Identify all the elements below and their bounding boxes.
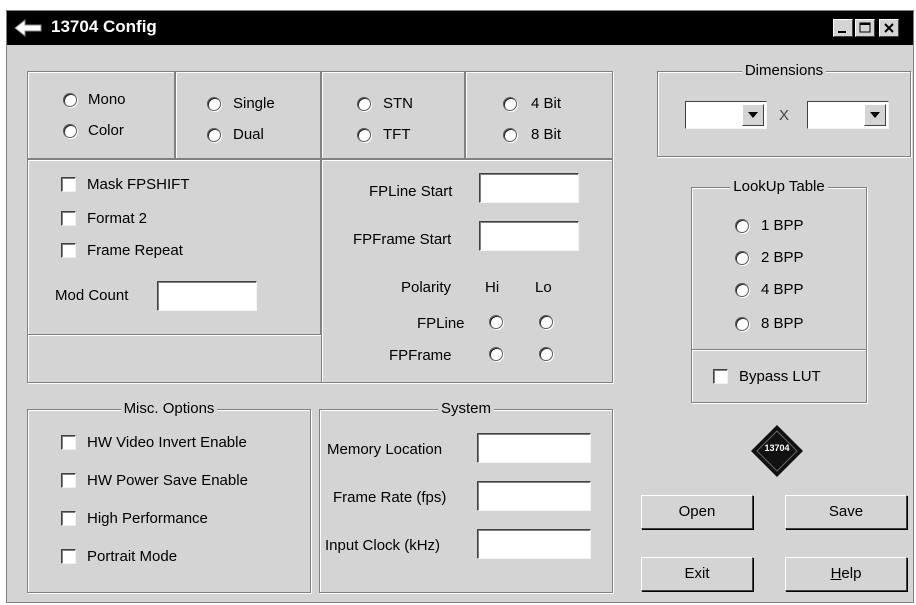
lut-4bpp-label: 4 BPP <box>761 281 804 298</box>
memory-location-label: Memory Location <box>327 441 443 458</box>
fpframe-start-input[interactable] <box>479 221 579 251</box>
fpframe-hi-radio[interactable] <box>489 347 503 361</box>
config-window: 13704 Config Mono Color Single Dual STN … <box>6 10 914 603</box>
chevron-down-icon <box>748 112 758 118</box>
app-arrow-icon <box>14 18 42 38</box>
mod-count-label: Mod Count <box>55 287 129 304</box>
chip-logo-text: 13704 <box>764 443 790 453</box>
input-clock-label: Input Clock (kHz) <box>325 537 441 554</box>
fpline-polarity-label: FPLine <box>417 315 465 332</box>
save-button[interactable]: Save <box>785 495 907 529</box>
chevron-down-icon <box>870 112 880 118</box>
color-label: Color <box>88 122 124 139</box>
portrait-mode-label: Portrait Mode <box>87 548 178 565</box>
exit-button[interactable]: Exit <box>641 557 753 591</box>
fpline-start-input[interactable] <box>479 173 579 203</box>
misc-options-legend: Misc. Options <box>120 400 218 417</box>
frame-repeat-checkbox[interactable] <box>61 243 76 258</box>
close-button[interactable] <box>879 19 899 37</box>
maximize-button[interactable] <box>855 19 875 37</box>
open-button[interactable]: Open <box>641 495 753 529</box>
frame-repeat-label: Frame Repeat <box>87 242 183 259</box>
lut-8bpp-label: 8 BPP <box>761 315 804 332</box>
single-radio[interactable] <box>207 97 221 111</box>
minimize-button[interactable] <box>833 19 853 37</box>
dimension-x-label: X <box>779 107 790 124</box>
single-label: Single <box>233 95 275 112</box>
stn-radio[interactable] <box>357 97 371 111</box>
bits-box <box>465 71 613 159</box>
mask-fpshift-label: Mask FPSHIFT <box>87 176 190 193</box>
maximize-icon <box>859 22 871 33</box>
high-performance-label: High Performance <box>87 510 208 527</box>
lut-2bpp-label: 2 BPP <box>761 249 804 266</box>
dual-radio[interactable] <box>207 128 221 142</box>
mod-count-input[interactable] <box>157 281 257 311</box>
tft-radio[interactable] <box>357 128 371 142</box>
mono-radio[interactable] <box>63 93 77 107</box>
chip-logo: 13704 <box>749 423 805 479</box>
format2-checkbox[interactable] <box>61 211 76 226</box>
memory-location-input[interactable] <box>477 433 591 463</box>
portrait-mode-checkbox[interactable] <box>61 549 76 564</box>
height-dropdown-button[interactable] <box>864 104 886 126</box>
hw-power-save-label: HW Power Save Enable <box>87 472 248 489</box>
lut-1bpp-radio[interactable] <box>735 219 749 233</box>
4bit-label: 4 Bit <box>531 95 562 112</box>
lut-1bpp-label: 1 BPP <box>761 217 804 234</box>
panel-type-box <box>321 71 465 159</box>
mask-fpshift-checkbox[interactable] <box>61 177 76 192</box>
stn-label: STN <box>383 95 413 112</box>
fpframe-start-label: FPFrame Start <box>353 231 452 248</box>
dimension-height-select[interactable] <box>807 101 889 129</box>
polarity-label: Polarity <box>401 279 452 296</box>
fpframe-lo-radio[interactable] <box>539 347 553 361</box>
polarity-hi-label: Hi <box>485 279 500 296</box>
dimensions-legend: Dimensions <box>741 62 827 79</box>
window-title: 13704 Config <box>51 17 157 36</box>
scan-box <box>175 71 321 159</box>
8bit-radio[interactable] <box>503 128 517 142</box>
lut-4bpp-radio[interactable] <box>735 283 749 297</box>
bypass-lut-checkbox[interactable] <box>713 369 728 384</box>
lut-2bpp-radio[interactable] <box>735 251 749 265</box>
hw-video-invert-checkbox[interactable] <box>61 435 76 450</box>
help-label-rest: elp <box>841 565 862 582</box>
dimension-width-select[interactable] <box>685 101 767 129</box>
fpline-start-label: FPLine Start <box>369 183 453 200</box>
frame-rate-input[interactable] <box>477 481 591 511</box>
hw-power-save-checkbox[interactable] <box>61 473 76 488</box>
input-clock-input[interactable] <box>477 529 591 559</box>
bypass-lut-label: Bypass LUT <box>739 368 821 385</box>
tft-label: TFT <box>383 126 411 143</box>
width-dropdown-button[interactable] <box>742 104 764 126</box>
color-radio[interactable] <box>63 124 77 138</box>
polarity-lo-label: Lo <box>535 279 552 296</box>
system-legend: System <box>437 400 494 417</box>
format2-label: Format 2 <box>87 210 148 227</box>
fpline-lo-radio[interactable] <box>539 315 553 329</box>
lut-8bpp-radio[interactable] <box>735 317 749 331</box>
title-bar: 13704 Config <box>7 11 913 45</box>
fpline-hi-radio[interactable] <box>489 315 503 329</box>
close-icon <box>884 23 894 33</box>
display-type-box <box>27 71 175 159</box>
frame-rate-label: Frame Rate (fps) <box>333 489 447 506</box>
4bit-radio[interactable] <box>503 97 517 111</box>
hw-video-invert-label: HW Video Invert Enable <box>87 434 247 451</box>
help-mnemonic: H <box>830 565 842 582</box>
help-button[interactable]: Help <box>785 557 907 591</box>
minimize-icon <box>838 31 846 33</box>
mono-label: Mono <box>88 91 126 108</box>
8bit-label: 8 Bit <box>531 126 562 143</box>
lookup-table-legend: LookUp Table <box>730 178 828 195</box>
dual-label: Dual <box>233 126 264 143</box>
high-performance-checkbox[interactable] <box>61 511 76 526</box>
fpframe-polarity-label: FPFrame <box>389 347 452 364</box>
